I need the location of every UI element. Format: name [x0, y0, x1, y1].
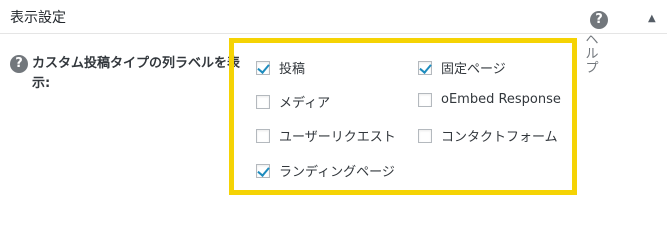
help-tab-label[interactable]: ヘルプ — [583, 34, 601, 76]
checkbox[interactable] — [418, 60, 432, 75]
option-label: ランディングページ — [279, 165, 395, 180]
checkbox[interactable] — [256, 128, 270, 143]
option-pages[interactable]: 固定ページ — [418, 58, 506, 77]
setting-help-icon[interactable]: ? — [10, 55, 28, 73]
option-posts[interactable]: 投稿 — [256, 58, 305, 77]
display-settings-panel: 表示設定 ? ▲ ヘルプ ? カスタム投稿タイプの列ラベルを表示: 投稿 固定ペ… — [0, 0, 667, 217]
checkbox[interactable] — [418, 128, 432, 143]
option-oembed-response[interactable]: oEmbed Response — [418, 92, 561, 107]
checkbox[interactable] — [256, 163, 270, 178]
checkbox[interactable] — [418, 92, 432, 107]
option-label: oEmbed Response — [441, 92, 561, 107]
collapse-arrow-icon[interactable]: ▲ — [648, 13, 656, 24]
option-contact-form[interactable]: コンタクトフォーム — [418, 126, 558, 145]
option-label: 投稿 — [279, 62, 306, 77]
option-label: ユーザーリクエスト — [279, 130, 396, 145]
option-label: コンタクトフォーム — [441, 130, 558, 145]
option-label: 固定ページ — [441, 62, 506, 77]
panel-title: 表示設定 — [10, 10, 66, 26]
setting-label: カスタム投稿タイプの列ラベルを表示: — [32, 56, 241, 91]
panel-header: 表示設定 ? ▲ — [0, 0, 667, 34]
option-media[interactable]: メディア — [256, 92, 330, 111]
option-landing-page[interactable]: ランディングページ — [256, 161, 395, 180]
option-label: メディア — [279, 96, 331, 111]
checkbox[interactable] — [256, 60, 270, 75]
help-icon[interactable]: ? — [590, 11, 608, 29]
option-user-request[interactable]: ユーザーリクエスト — [256, 126, 396, 145]
checkbox[interactable] — [256, 94, 270, 109]
